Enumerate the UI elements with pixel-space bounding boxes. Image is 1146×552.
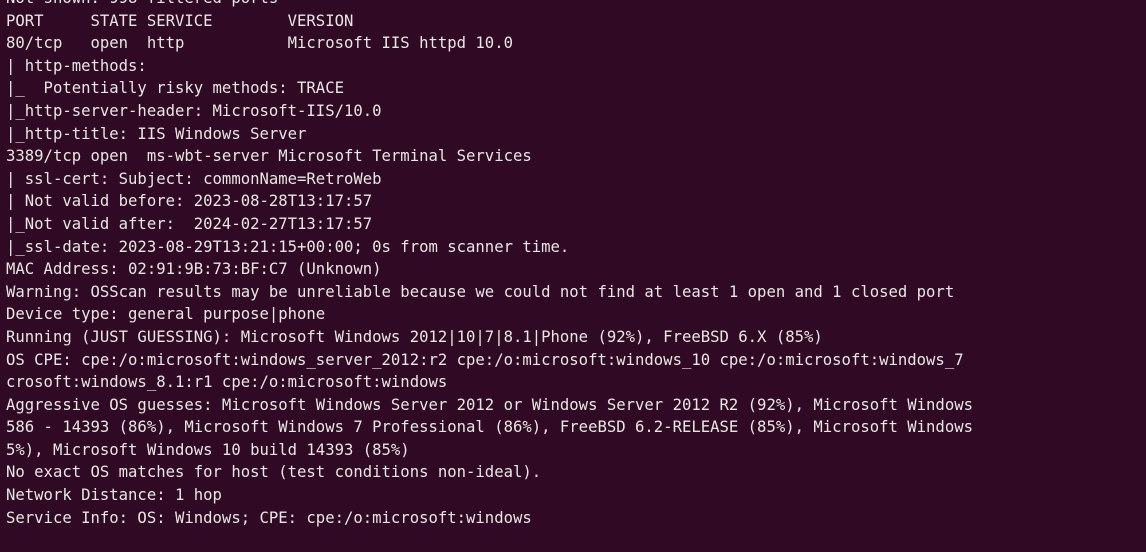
terminal-line-port-3389: 3389/tcp open ms-wbt-server Microsoft Te…	[6, 147, 532, 166]
terminal-output: Not shown: 998 filtered ports PORT STATE…	[6, 0, 973, 529]
terminal-line-server-header: |_http-server-header: Microsoft-IIS/10.0	[6, 101, 382, 120]
terminal-line-http-title: |_http-title: IIS Windows Server	[6, 124, 307, 143]
terminal-line-http-methods: | http-methods:	[6, 56, 147, 75]
terminal-line-valid-after: |_Not valid after: 2024-02-27T13:17:57	[6, 214, 373, 233]
terminal-line-device-type: Device type: general purpose|phone	[6, 305, 326, 324]
terminal-line-no-exact-match: No exact OS matches for host (test condi…	[6, 463, 542, 482]
terminal-line-osscan-warning: Warning: OSScan results may be unreliabl…	[6, 282, 955, 301]
terminal-line-service-info: Service Info: OS: Windows; CPE: cpe:/o:m…	[6, 508, 532, 527]
terminal-line-risky-methods: |_ Potentially risky methods: TRACE	[6, 79, 344, 98]
terminal-line-aggressive-guesses-cont: 586 - 14393 (86%), Microsoft Windows 7 P…	[6, 418, 973, 437]
terminal-line-port-80: 80/tcp open http Microsoft IIS httpd 10.…	[6, 34, 513, 53]
terminal-line-mac-address: MAC Address: 02:91:9B:73:BF:C7 (Unknown)	[6, 260, 382, 279]
terminal-line-ssl-date: |_ssl-date: 2023-08-29T13:21:15+00:00; 0…	[6, 237, 570, 256]
terminal-line-valid-before: | Not valid before: 2023-08-28T13:17:57	[6, 192, 373, 211]
terminal-line-network-distance: Network Distance: 1 hop	[6, 486, 222, 505]
terminal-line-os-cpe: OS CPE: cpe:/o:microsoft:windows_server_…	[6, 350, 964, 369]
terminal-line-aggressive-guesses-end: 5%), Microsoft Windows 10 build 14393 (8…	[6, 440, 410, 459]
terminal-line-not-shown: Not shown: 998 filtered ports	[6, 0, 973, 10]
terminal-line-aggressive-guesses: Aggressive OS guesses: Microsoft Windows…	[6, 395, 973, 414]
terminal-line-port-header: PORT STATE SERVICE VERSION	[6, 11, 354, 30]
terminal-line-running: Running (JUST GUESSING): Microsoft Windo…	[6, 327, 823, 346]
terminal-line-os-cpe-cont: crosoft:windows_8.1:r1 cpe:/o:microsoft:…	[6, 373, 448, 392]
terminal-window[interactable]: Not shown: 998 filtered ports PORT STATE…	[0, 0, 1146, 552]
terminal-line-ssl-cert: | ssl-cert: Subject: commonName=RetroWeb	[6, 169, 382, 188]
